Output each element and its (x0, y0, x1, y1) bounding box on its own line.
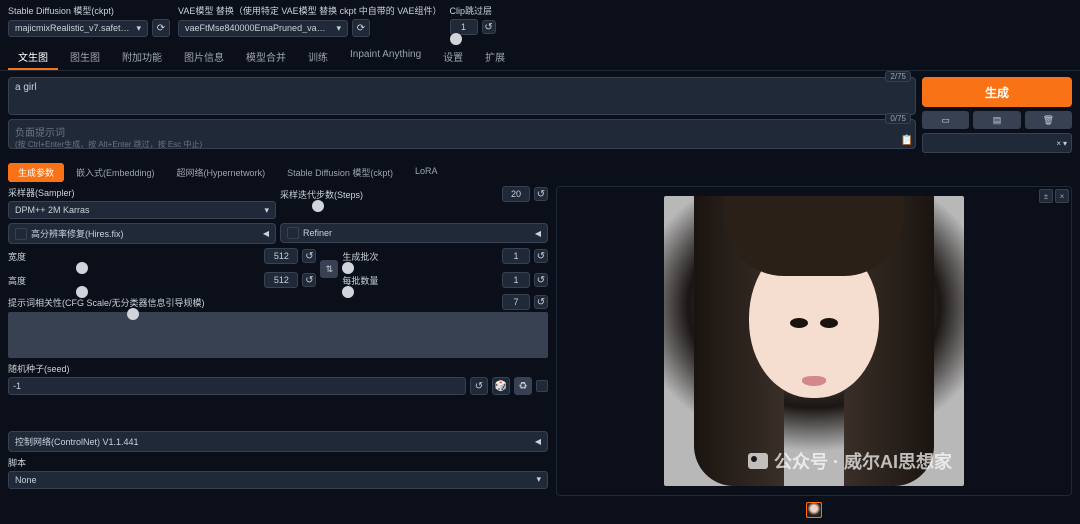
triangle-left-icon: ◀ (535, 437, 541, 446)
tab-pnginfo[interactable]: 图片信息 (174, 45, 234, 70)
height-reset[interactable]: ↺ (302, 273, 316, 287)
vae-dropdown[interactable]: vaeFtMse840000EmaPruned_vae.safetensors▾ (178, 20, 348, 37)
refresh-vae-button[interactable]: ⟳ (352, 19, 370, 37)
img-close-button[interactable]: × (1055, 189, 1069, 203)
controlnet-accordion[interactable]: 控制网络(ControlNet) V1.1.441 ◀ (8, 431, 548, 452)
batch-count-label: 生成批次 (342, 250, 498, 263)
output-image-container: ± × 公众号 · 威尔AI思想家 (556, 186, 1072, 496)
script-label: 脚本 (8, 456, 548, 469)
close-icon[interactable]: × (1056, 139, 1061, 148)
batch-size-label: 每批数量 (342, 274, 498, 287)
tool-button-3[interactable]: 🗑 (1025, 111, 1072, 129)
wechat-icon (748, 453, 768, 469)
vae-label: VAE模型 替换（使用特定 VAE模型 替换 ckpt 中自带的 VAE组件） (178, 4, 442, 17)
img-prev-button[interactable]: ± (1039, 189, 1053, 203)
sd-model-dropdown[interactable]: majicmixRealistic_v7.safetensors [7c819b… (8, 20, 148, 37)
triangle-left-icon: ◀ (263, 229, 269, 238)
chevron-down-icon: ▾ (536, 474, 541, 485)
inner-tab-checkpoint[interactable]: Stable Diffusion 模型(ckpt) (277, 163, 403, 182)
neg-prompt-counter: 0/75 (885, 113, 911, 124)
tab-txt2img[interactable]: 文生图 (8, 45, 58, 70)
negative-prompt-input[interactable]: 0/75 负面提示词 (按 Ctrl+Enter生成，按 Alt+Enter 跳… (8, 119, 916, 149)
width-input[interactable] (264, 248, 298, 264)
height-input[interactable] (264, 272, 298, 288)
cfg-reset[interactable]: ↺ (534, 295, 548, 309)
triangle-left-icon: ◀ (535, 229, 541, 238)
tab-merge[interactable]: 模型合并 (236, 45, 296, 70)
prompt-counter: 2/75 (885, 71, 911, 82)
batch-size-input[interactable] (502, 272, 530, 288)
inner-tabs: 生成参数 嵌入式(Embedding) 超网络(Hypernetwork) St… (0, 163, 1080, 182)
swap-dimensions-button[interactable]: ⇅ (320, 260, 338, 278)
watermark: 公众号 · 威尔AI思想家 (748, 448, 952, 474)
steps-reset[interactable]: ↺ (534, 187, 548, 201)
styles-dropdown[interactable]: × ▾ (922, 133, 1072, 153)
tab-settings[interactable]: 设置 (433, 45, 473, 70)
height-label: 高度 (8, 274, 260, 287)
width-reset[interactable]: ↺ (302, 249, 316, 263)
seed-dice-button[interactable]: 🎲 (492, 377, 510, 395)
clip-skip-label: Clip跳过层 (450, 4, 560, 17)
hires-checkbox[interactable] (15, 228, 27, 240)
batch-size-reset[interactable]: ↺ (534, 273, 548, 287)
tab-train[interactable]: 训练 (298, 45, 338, 70)
sampler-label: 采样器(Sampler) (8, 186, 276, 199)
script-dropdown[interactable]: None▾ (8, 471, 548, 489)
seed-extra-checkbox[interactable] (536, 380, 548, 392)
tab-extras[interactable]: 附加功能 (112, 45, 172, 70)
sd-model-label: Stable Diffusion 模型(ckpt) (8, 4, 170, 17)
sampler-dropdown[interactable]: DPM++ 2M Karras▾ (8, 201, 276, 219)
chevron-down-icon: ▾ (1063, 139, 1067, 148)
output-thumbnail[interactable] (806, 502, 822, 518)
cfg-input[interactable] (502, 294, 530, 310)
seed-label: 随机种子(seed) (8, 362, 548, 375)
chevron-down-icon: ▾ (136, 23, 141, 34)
refresh-sd-model-button[interactable]: ⟳ (152, 19, 170, 37)
tab-img2img[interactable]: 图生图 (60, 45, 110, 70)
steps-input[interactable] (502, 186, 530, 202)
tool-button-1[interactable]: ▭ (922, 111, 969, 129)
inner-tab-generation[interactable]: 生成参数 (8, 163, 64, 182)
chevron-down-icon: ▾ (264, 205, 269, 216)
inner-tab-hypernetwork[interactable]: 超网络(Hypernetwork) (167, 163, 276, 182)
steps-label: 采样迭代步数(Steps) (280, 188, 498, 201)
tab-extensions[interactable]: 扩展 (475, 45, 515, 70)
seed-input[interactable] (8, 377, 466, 395)
tool-button-2[interactable]: ▤ (973, 111, 1020, 129)
inner-tab-embedding[interactable]: 嵌入式(Embedding) (66, 163, 165, 182)
refiner-checkbox[interactable] (287, 227, 299, 239)
paste-icon[interactable]: 📋 (901, 135, 913, 146)
tab-inpaint-anything[interactable]: Inpaint Anything (340, 45, 431, 70)
prompt-input[interactable]: 2/75 a girl (8, 77, 916, 115)
batch-count-reset[interactable]: ↺ (534, 249, 548, 263)
refiner-accordion[interactable]: Refiner ◀ (280, 223, 548, 243)
seed-reuse-button[interactable]: ♻ (514, 377, 532, 395)
main-tabs: 文生图 图生图 附加功能 图片信息 模型合并 训练 Inpaint Anythi… (0, 41, 1080, 71)
hires-fix-accordion[interactable]: 高分辨率修复(Hires.fix) ◀ (8, 223, 276, 244)
output-image[interactable]: 公众号 · 威尔AI思想家 (664, 196, 964, 486)
generate-button[interactable]: 生成 (922, 77, 1072, 107)
width-label: 宽度 (8, 250, 260, 263)
batch-count-input[interactable] (502, 248, 530, 264)
seed-reset-button[interactable]: ↺ (470, 377, 488, 395)
chevron-down-icon: ▾ (336, 23, 341, 34)
clip-reset-button[interactable]: ↺ (482, 20, 496, 34)
cfg-slider[interactable] (8, 312, 548, 358)
inner-tab-lora[interactable]: LoRA (405, 163, 448, 182)
